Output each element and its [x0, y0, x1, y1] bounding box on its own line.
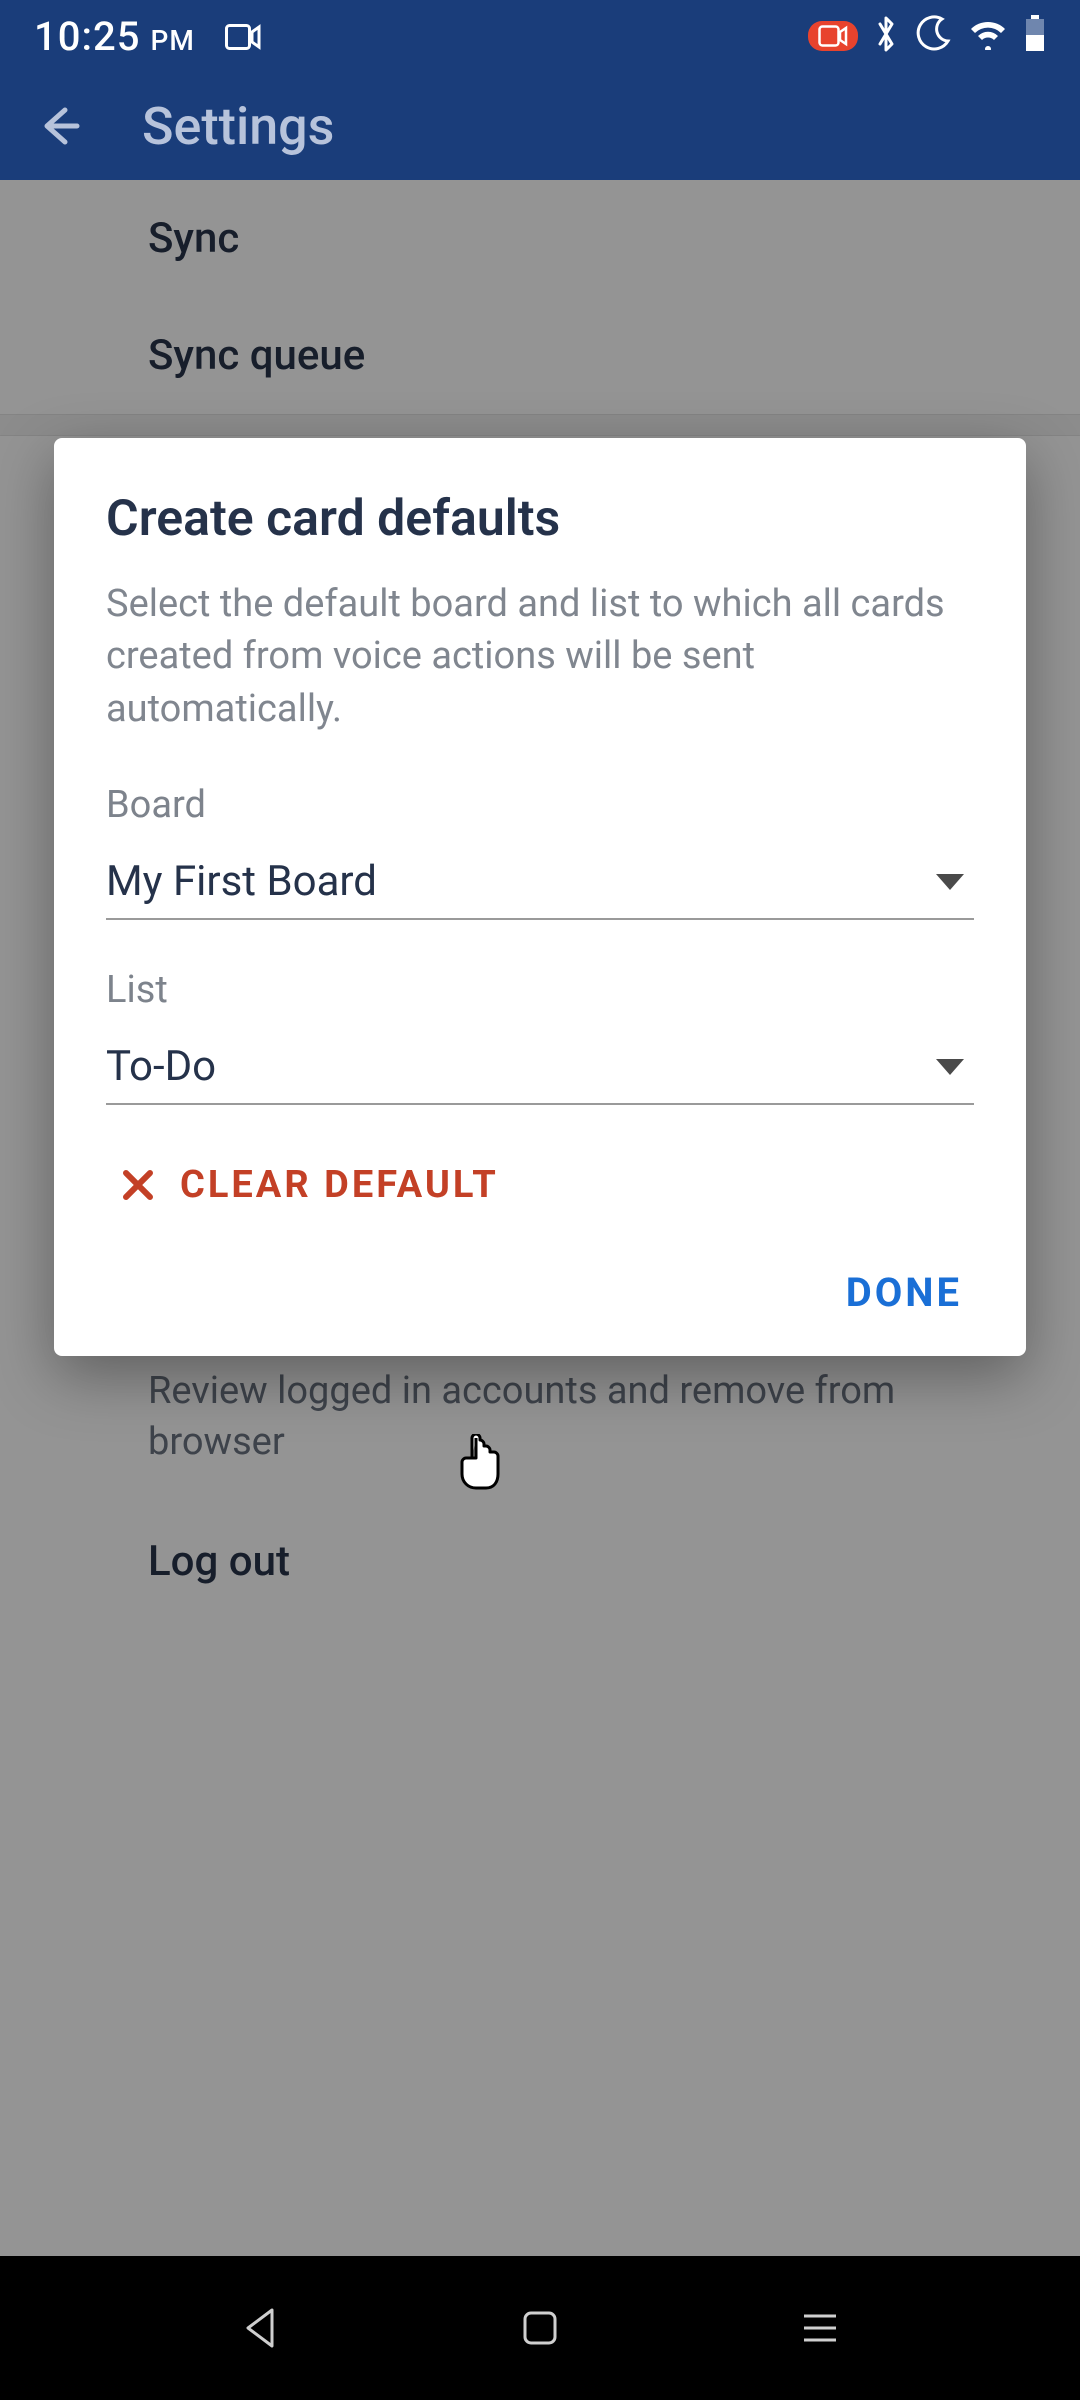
nav-back-button[interactable] [200, 2288, 320, 2368]
page-title: Settings [142, 96, 334, 157]
app-bar: Settings [0, 72, 1080, 180]
list-field-label: List [106, 968, 974, 1012]
create-card-defaults-dialog: Create card defaults Select the default … [54, 438, 1026, 1356]
dialog-description: Select the default board and list to whi… [106, 578, 974, 735]
close-icon [120, 1167, 156, 1203]
clear-default-label: CLEAR DEFAULT [180, 1163, 499, 1207]
wifi-icon [968, 18, 1008, 54]
video-icon [225, 24, 261, 50]
status-right [808, 14, 1046, 58]
bluetooth-icon [874, 14, 898, 58]
screen-record-icon [808, 21, 858, 51]
status-ampm: PM [150, 24, 194, 57]
clear-default-button[interactable]: CLEAR DEFAULT [106, 1163, 974, 1207]
board-field: Board My First Board [106, 783, 974, 920]
list-field: List To-Do [106, 968, 974, 1105]
back-button[interactable] [24, 91, 94, 161]
list-select-value: To-Do [106, 1042, 936, 1091]
chevron-down-icon [936, 1059, 964, 1075]
board-select-value: My First Board [106, 857, 936, 906]
board-select[interactable]: My First Board [106, 857, 974, 920]
nav-home-button[interactable] [480, 2288, 600, 2368]
moon-icon [914, 15, 952, 57]
status-left: 10:25 PM [34, 13, 261, 60]
system-nav-bar [0, 2256, 1080, 2400]
status-bar: 10:25 PM [0, 0, 1080, 72]
board-field-label: Board [106, 783, 974, 827]
status-time: 10:25 [34, 13, 140, 60]
battery-icon [1024, 15, 1046, 57]
nav-recent-button[interactable] [760, 2288, 880, 2368]
list-select[interactable]: To-Do [106, 1042, 974, 1105]
chevron-down-icon [936, 874, 964, 890]
dialog-title: Create card defaults [106, 490, 974, 548]
dialog-actions: DONE [106, 1269, 974, 1316]
done-button[interactable]: DONE [846, 1269, 962, 1316]
